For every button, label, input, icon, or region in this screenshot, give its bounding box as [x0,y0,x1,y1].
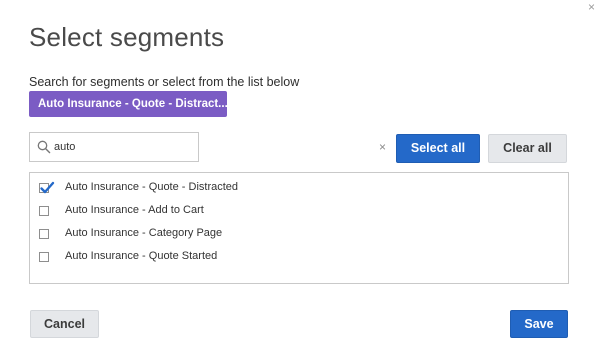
dialog-title: Select segments [29,22,225,52]
select-all-button[interactable]: Select all [396,134,480,163]
selected-segment-chip[interactable]: Auto Insurance - Quote - Distract... [29,91,227,117]
list-item-label: Auto Insurance - Category Page [65,227,223,239]
search-input[interactable] [54,137,194,157]
checkbox[interactable] [39,229,49,239]
list-item[interactable]: Auto Insurance - Add to Cart [30,202,568,222]
clear-all-button[interactable]: Clear all [488,134,567,163]
search-icon [37,140,51,154]
checkbox[interactable] [39,252,49,262]
list-item[interactable]: Auto Insurance - Category Page [30,225,568,245]
save-button[interactable]: Save [510,310,568,338]
list-item[interactable]: Auto Insurance - Quote Started [30,248,568,268]
list-item[interactable]: Auto Insurance - Quote - Distracted [30,179,568,199]
checkbox[interactable] [39,206,49,216]
cancel-button[interactable]: Cancel [30,310,99,338]
search-box[interactable] [29,132,199,162]
list-item-label: Auto Insurance - Quote - Distracted [65,181,239,193]
checkmark-icon [40,181,55,194]
close-icon[interactable]: × [588,0,595,14]
instruction-text: Search for segments or select from the l… [29,75,300,89]
list-item-label: Auto Insurance - Quote Started [65,250,218,262]
segment-list: Auto Insurance - Quote - Distracted Auto… [29,172,569,284]
select-segments-dialog: × Select segments Search for segments or… [0,0,601,348]
clear-search-icon[interactable]: × [379,140,386,154]
list-item-label: Auto Insurance - Add to Cart [65,204,204,216]
